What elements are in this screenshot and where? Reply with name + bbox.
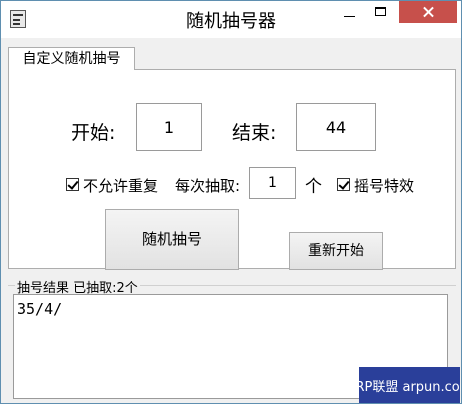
minimize-button[interactable] [334, 1, 364, 23]
no-repeat-checkbox[interactable] [66, 178, 79, 191]
draw-button[interactable]: 随机抽号 [105, 209, 239, 270]
restart-button[interactable]: 重新开始 [289, 232, 383, 270]
title-bar[interactable]: 随机抽号器 [1, 1, 461, 38]
tab-custom-draw[interactable]: 自定义随机抽号 [8, 47, 135, 70]
per-draw-unit: 个 [305, 177, 322, 197]
end-input[interactable] [296, 103, 376, 151]
start-label: 开始: [71, 122, 116, 144]
per-draw-label: 每次抽取: [175, 177, 241, 195]
app-window: 随机抽号器 自定义随机抽号 开始: 结束: 不允许重复 每次抽取: 个 摇号特效… [0, 0, 462, 404]
effect-checkbox[interactable] [337, 178, 350, 191]
per-draw-input[interactable] [249, 167, 296, 199]
effect-label: 摇号特效 [354, 177, 415, 195]
close-button[interactable] [399, 1, 457, 23]
tab-panel: 开始: 结束: 不允许重复 每次抽取: 个 摇号特效 随机抽号 重新开始 [8, 69, 456, 270]
watermark-badge: ARP联盟 arpun.com [347, 367, 461, 403]
no-repeat-label: 不允许重复 [83, 177, 159, 195]
maximize-button[interactable] [366, 1, 396, 23]
start-input[interactable] [136, 103, 202, 151]
end-label: 结束: [232, 122, 277, 144]
